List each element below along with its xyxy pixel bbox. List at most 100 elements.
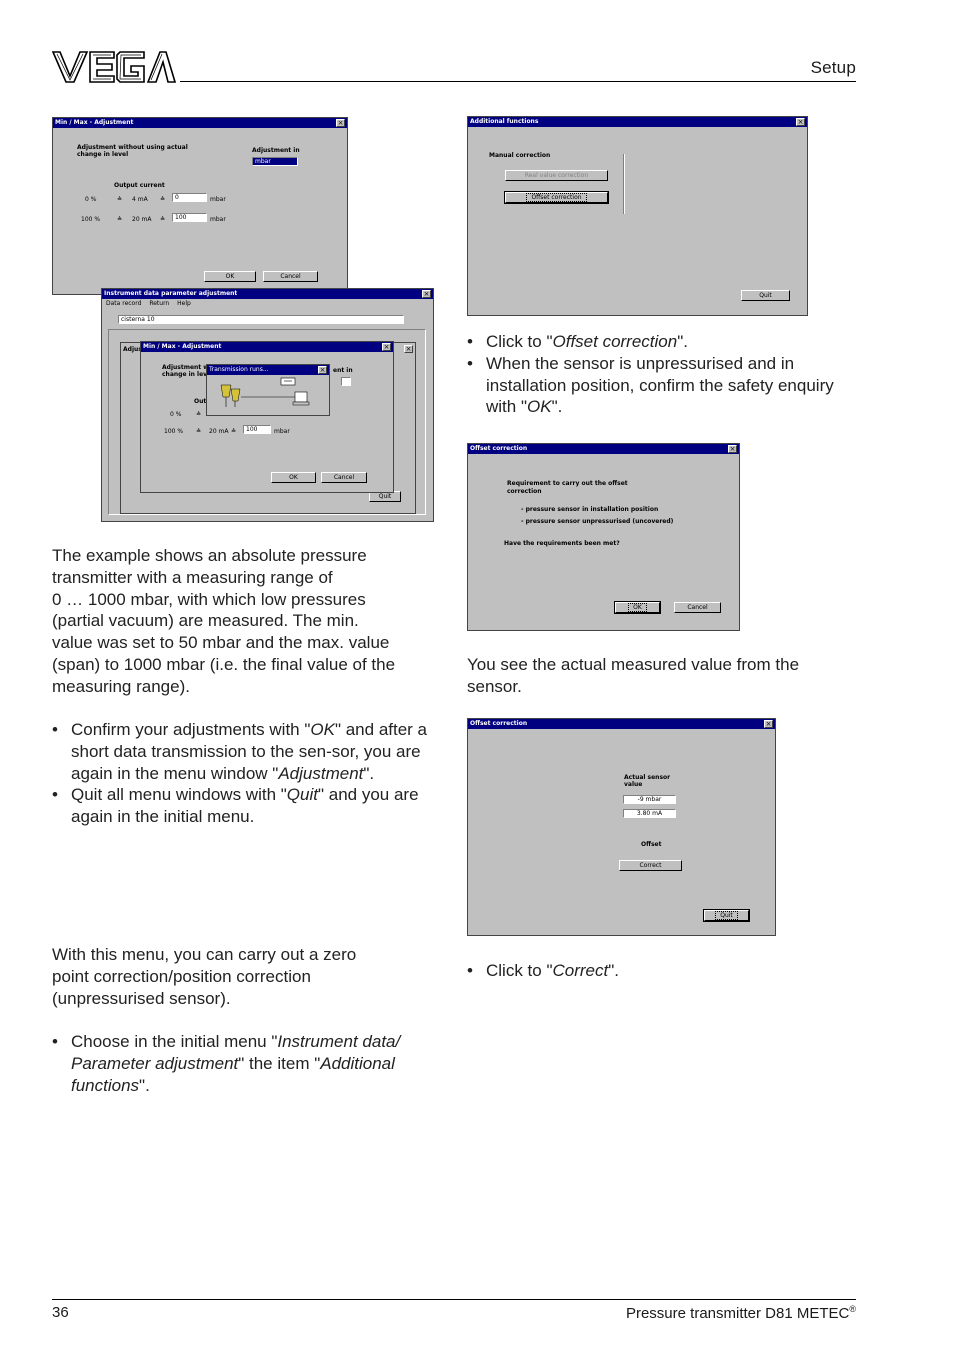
close-icon[interactable]: × xyxy=(318,366,327,374)
footer-rule xyxy=(52,1299,856,1300)
adjustment-bullets: Confirm your adjustments with "OK" and a… xyxy=(52,719,430,828)
transmission-popup: Transmission runs... × xyxy=(206,364,330,416)
correct-bullets: Click to "Correct". xyxy=(467,960,857,982)
dialog-titlebar: Min / Max - Adjustment xyxy=(141,342,393,352)
output-current-label: Output current xyxy=(114,182,165,189)
close-icon[interactable]: × xyxy=(404,345,413,353)
close-icon[interactable]: × xyxy=(796,118,805,126)
quit-button[interactable]: Quit xyxy=(741,290,790,301)
inner-side-label: ent in xyxy=(333,367,353,374)
menu-data-record[interactable]: Data record xyxy=(106,300,141,307)
menu-return[interactable]: Return xyxy=(149,300,169,307)
document-title-text: Pressure transmitter D81 METEC xyxy=(625,1305,850,1322)
note-line-2: change in level xyxy=(77,151,129,158)
intro-line: The example shows an absolute pressure xyxy=(52,546,367,565)
row1-unit: mbar xyxy=(210,216,226,223)
zero-intro-line: point correction/position correction xyxy=(52,966,311,986)
inner-note-2: change in leve xyxy=(162,371,212,378)
bullet-confirm-ok: Confirm your adjustments with "OK" and a… xyxy=(52,719,430,784)
requirement-item: - pressure sensor in installation positi… xyxy=(521,506,659,513)
close-icon[interactable]: × xyxy=(728,445,737,453)
zero-correction-paragraph: With this menu, you can carry out a zero… xyxy=(52,944,440,1009)
intro-line: transmitter with a measuring range of xyxy=(52,567,333,587)
intro-line: 0 … 1000 mbar, with which low pressures xyxy=(52,589,366,609)
page-number: 36 xyxy=(52,1304,69,1321)
additional-functions-bullets: Choose in the initial menu "Instrument d… xyxy=(52,1031,440,1096)
ok-button[interactable]: OK xyxy=(614,601,661,614)
dialog-titlebar: Additional functions xyxy=(468,117,807,127)
requirement-item: - pressure sensor unpressurised (uncover… xyxy=(521,518,674,525)
row0-pct: 0 % xyxy=(85,196,97,203)
row1-equiv2: ≙ xyxy=(160,216,166,223)
menu-bar: Data record Return Help xyxy=(102,299,433,308)
row1-pct: 100 % xyxy=(81,216,101,223)
requirement-line-2: correction xyxy=(507,488,542,495)
adjustment-in-label: Adjustment in xyxy=(252,147,300,154)
record-select[interactable]: cisterna 10 xyxy=(118,315,404,324)
requirement-line-1: Requirement to carry out the offset xyxy=(507,480,628,487)
bullet-click-offset: Click to "Offset correction". xyxy=(467,331,857,353)
row1-value-input[interactable]: 100 xyxy=(172,213,207,222)
ok-button[interactable]: OK xyxy=(271,472,316,483)
measured-note-line: sensor. xyxy=(467,676,522,696)
intro-line: value was set to 50 mbar and the max. va… xyxy=(52,633,390,653)
row0-unit: mbar xyxy=(210,196,226,203)
close-icon[interactable]: × xyxy=(336,119,345,127)
minmax-inner-window: Min / Max - Adjustment × Adjustment with… xyxy=(140,341,394,493)
cancel-button[interactable]: Cancel xyxy=(674,602,721,613)
header-rule xyxy=(180,81,856,82)
actual-sensor-label: Actual sensor xyxy=(624,774,671,781)
quit-button[interactable]: Quit xyxy=(703,909,750,922)
intro-line: (partial vacuum) are measured. The min. xyxy=(52,611,359,631)
dialog-titlebar: Min / Max - Adjustment xyxy=(53,118,347,128)
zero-intro-line: (unpressurised sensor). xyxy=(52,988,231,1008)
row0-ma: 4 mA xyxy=(132,196,148,203)
screenshot-minmax-adjustment: Min / Max - Adjustment × Adjustment with… xyxy=(52,117,348,295)
row1-equiv: ≙ xyxy=(117,216,123,223)
dialog-titlebar: Instrument data parameter adjustment xyxy=(102,289,433,299)
row0-equiv: ≙ xyxy=(117,196,123,203)
unit-select[interactable]: mbar xyxy=(252,157,298,166)
close-icon[interactable]: × xyxy=(764,720,773,728)
vega-logo xyxy=(52,51,176,83)
inner-row1-ma: 20 mA xyxy=(209,428,229,435)
correct-button[interactable]: Correct xyxy=(619,860,682,871)
inner-row0-pct: 0 % xyxy=(170,411,182,418)
intro-paragraph: The example shows an absolute pressure t… xyxy=(52,545,440,698)
dialog-titlebar: Transmission runs... xyxy=(207,365,329,375)
offset-correction-button[interactable]: Offset correction xyxy=(504,191,609,204)
ok-button[interactable]: OK xyxy=(204,271,256,282)
inner-row1-equiv2: ≙ xyxy=(231,428,237,435)
dialog-titlebar: Offset correction xyxy=(468,444,739,454)
real-value-correction-button[interactable]: Real value correction xyxy=(505,170,608,181)
sensor-value-mbar: -9 mbar xyxy=(623,795,676,804)
document-title: Pressure transmitter D81 METEC® xyxy=(626,1304,856,1322)
inner-row1-value-input[interactable]: 100 xyxy=(243,425,271,434)
bullet-confirm-safety: When the sensor is unpressurised and in … xyxy=(467,353,857,418)
offset-label: Offset xyxy=(641,841,662,848)
transmission-illustration-icon xyxy=(220,377,310,407)
screenshot-additional-functions: Additional functions × Manual correction… xyxy=(467,116,808,316)
row0-value-input[interactable]: 0 xyxy=(172,193,207,202)
sensor-value-ma: 3.80 mA xyxy=(623,809,676,818)
inner-unit-select[interactable] xyxy=(341,377,351,386)
bullet-click-correct: Click to "Correct". xyxy=(467,960,857,982)
measured-value-note: You see the actual measured value from t… xyxy=(467,654,857,698)
inner-row1-pct: 100 % xyxy=(164,428,184,435)
screenshot-instrument-data: Instrument data parameter adjustment × D… xyxy=(101,288,434,522)
inner-row1-equiv: ≙ xyxy=(196,428,202,435)
row0-equiv2: ≙ xyxy=(160,196,166,203)
close-icon[interactable]: × xyxy=(382,343,391,351)
row1-ma: 20 mA xyxy=(132,216,152,223)
actual-sensor-label-2: value xyxy=(624,781,643,788)
inner-row0-equiv: ≙ xyxy=(196,411,202,418)
close-icon[interactable]: × xyxy=(422,290,431,298)
zero-intro-line: With this menu, you can carry out a zero xyxy=(52,945,357,964)
cancel-button[interactable]: Cancel xyxy=(263,271,318,282)
registered-mark: ® xyxy=(849,1304,856,1314)
offset-bullets: Click to "Offset correction". When the s… xyxy=(467,331,857,418)
menu-help[interactable]: Help xyxy=(177,300,191,307)
cancel-button[interactable]: Cancel xyxy=(321,472,367,483)
separator xyxy=(623,154,625,214)
screenshot-offset-value: Offset correction × Actual sensor value … xyxy=(467,718,776,936)
